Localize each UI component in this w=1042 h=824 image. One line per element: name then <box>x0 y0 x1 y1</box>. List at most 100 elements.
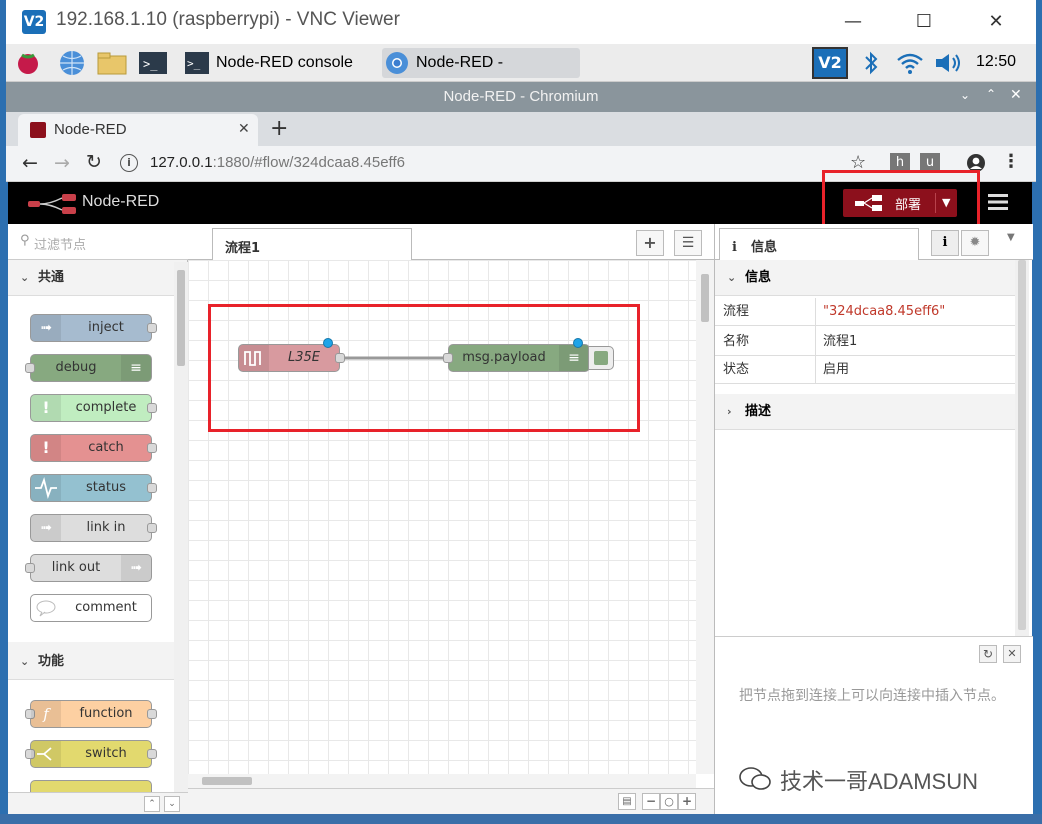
tip-text: 把节点拖到连接上可以向连接中插入节点。 <box>739 688 1005 704</box>
palette-node-catch[interactable]: ! catch <box>30 434 157 462</box>
palette-node-function[interactable]: f function <box>25 700 157 728</box>
palette-category-function[interactable]: ⌄ 功能 <box>8 644 174 680</box>
url-host: 127.0.0.1 <box>150 154 213 171</box>
node-label: link in <box>86 520 126 535</box>
palette-node-partial <box>30 780 152 792</box>
palette-node-switch[interactable]: switch <box>25 740 157 768</box>
menu-dots-icon[interactable]: ⋮ <box>1002 151 1020 172</box>
scroll-thumb[interactable] <box>202 777 252 785</box>
palette-function-nodes: f function switch <box>8 680 174 792</box>
sidebar-scrollbar[interactable] <box>1015 260 1029 636</box>
zoom-out-icon[interactable]: − <box>642 793 660 810</box>
chevron-up-icon[interactable]: ⌃ <box>986 87 996 101</box>
palette-node-complete[interactable]: ! complete <box>30 394 157 422</box>
raspberry-menu-icon[interactable] <box>14 49 42 77</box>
zoom-in-icon[interactable]: + <box>678 793 696 810</box>
scroll-thumb[interactable] <box>701 274 709 322</box>
chevron-down-icon[interactable]: ⌄ <box>960 88 970 102</box>
chromium-icon <box>384 51 410 75</box>
tab-title: Node-RED <box>54 121 127 138</box>
forward-icon[interactable]: → <box>54 152 70 174</box>
file-manager-icon[interactable] <box>96 49 127 77</box>
tab-label: 信息 <box>750 240 777 255</box>
palette-filter[interactable]: ⚲ 过滤节点 <box>8 224 188 260</box>
palette-footer: ⌃ ⌄ <box>8 792 188 814</box>
section-header-description[interactable]: › 描述 <box>715 394 1015 430</box>
url-input[interactable]: i 127.0.0.1:1880/#flow/324dcaa8.45eff6 ☆ <box>116 150 906 178</box>
pulse-icon <box>31 475 61 501</box>
reload-icon[interactable]: ↻ <box>86 151 102 173</box>
info-icon: i <box>732 240 737 255</box>
maximize-icon[interactable]: ☐ <box>909 10 939 34</box>
section-header-info[interactable]: ⌄ 信息 <box>715 260 1015 296</box>
tab-close-icon[interactable]: ✕ <box>238 121 250 137</box>
palette-category-common[interactable]: ⌄ 共通 <box>8 260 174 296</box>
new-tab-icon[interactable]: + <box>270 116 288 141</box>
add-flow-icon[interactable]: + <box>636 230 664 256</box>
info-row-status: 状态 启用 <box>715 356 1015 384</box>
debug-bug-icon[interactable]: ✹ <box>961 230 989 256</box>
wifi-icon[interactable] <box>896 51 924 79</box>
sidebar-tabs: i 信息 i ✹ ▼ <box>715 224 1033 261</box>
canvas-horizontal-scrollbar[interactable] <box>188 774 696 788</box>
tab-flow-1[interactable]: 流程1 <box>212 228 412 261</box>
node-palette: ⚲ 过滤节点 ⌄ 共通 ➟ inject debug ≡ ! complete … <box>8 224 188 814</box>
info-value: "324dcaa8.45eff6" <box>823 304 946 319</box>
input-port <box>25 563 35 573</box>
scroll-thumb[interactable] <box>1018 260 1026 630</box>
info-key: 状态 <box>723 362 750 377</box>
task-chromium[interactable]: Node-RED - Chromium <box>382 48 580 101</box>
output-port <box>147 403 157 413</box>
collapse-all-icon[interactable]: ⌃ <box>144 796 160 812</box>
back-icon[interactable]: ← <box>22 152 38 174</box>
url-text: 127.0.0.1:1880/#flow/324dcaa8.45eff6 <box>150 154 405 171</box>
task-node-red-console[interactable]: >_ Node-RED console <box>182 48 378 78</box>
category-label: 功能 <box>38 654 65 669</box>
bluetooth-icon[interactable] <box>862 51 880 79</box>
tab-label: 流程1 <box>225 241 261 256</box>
volume-icon[interactable] <box>934 51 964 79</box>
info-tab-icon[interactable]: i <box>931 230 959 256</box>
info-icon[interactable]: i <box>120 154 138 172</box>
info-value: 启用 <box>823 362 850 377</box>
node-label: status <box>86 480 126 495</box>
watermark: 技术一哥ADAMSUN <box>738 762 1028 794</box>
wechat-icon <box>739 767 771 790</box>
node-label: catch <box>88 440 124 455</box>
palette-node-link-in[interactable]: ➟ link in <box>30 514 157 542</box>
svg-text:>_: >_ <box>187 57 201 70</box>
browser-globe-icon[interactable] <box>58 49 86 77</box>
minimize-icon[interactable]: — <box>838 10 868 34</box>
watermark-text: 技术一哥ADAMSUN <box>780 769 979 794</box>
canvas-vertical-scrollbar[interactable] <box>696 260 714 774</box>
refresh-tip-icon[interactable]: ↻ <box>979 645 997 663</box>
sidebar-dropdown-icon[interactable]: ▼ <box>1007 232 1015 243</box>
terminal-icon[interactable]: >_ <box>138 49 167 77</box>
info-key: 流程 <box>723 304 750 319</box>
close-tip-icon[interactable]: ✕ <box>1003 645 1021 663</box>
palette-node-comment[interactable]: comment <box>30 594 152 622</box>
hamburger-menu-icon[interactable] <box>988 192 1012 214</box>
palette-scrollbar[interactable] <box>174 262 188 792</box>
palette-node-debug[interactable]: debug ≡ <box>25 354 152 382</box>
flow-canvas[interactable]: L35E msg.payload ≡ <box>188 260 696 774</box>
speech-bubble-icon <box>31 595 61 621</box>
vnc-logo-icon: V2 <box>22 10 46 34</box>
search-icon: ⚲ <box>20 233 30 248</box>
list-flows-icon[interactable]: ☰ <box>674 230 702 256</box>
palette-node-link-out[interactable]: link out ➟ <box>25 554 152 582</box>
expand-all-icon[interactable]: ⌄ <box>164 796 180 812</box>
navigator-map-icon[interactable]: ▤ <box>618 793 636 810</box>
workspace: 流程1 + ☰ L35E msg.payload ≡ ▤ − ○ + <box>188 224 714 814</box>
scroll-thumb[interactable] <box>177 270 185 366</box>
palette-node-status[interactable]: status <box>30 474 157 502</box>
palette-node-inject[interactable]: ➟ inject <box>30 314 157 342</box>
terminal-icon: >_ <box>184 51 210 75</box>
close-icon[interactable]: ✕ <box>1010 87 1022 103</box>
vnc-server-icon[interactable]: V2 <box>812 47 848 79</box>
zoom-reset-icon[interactable]: ○ <box>660 793 678 810</box>
close-icon[interactable]: ✕ <box>981 10 1011 34</box>
browser-tab-node-red[interactable]: Node-RED ✕ <box>18 114 258 146</box>
debug-list-icon: ≡ <box>121 355 151 381</box>
tab-info[interactable]: i 信息 <box>719 228 919 261</box>
